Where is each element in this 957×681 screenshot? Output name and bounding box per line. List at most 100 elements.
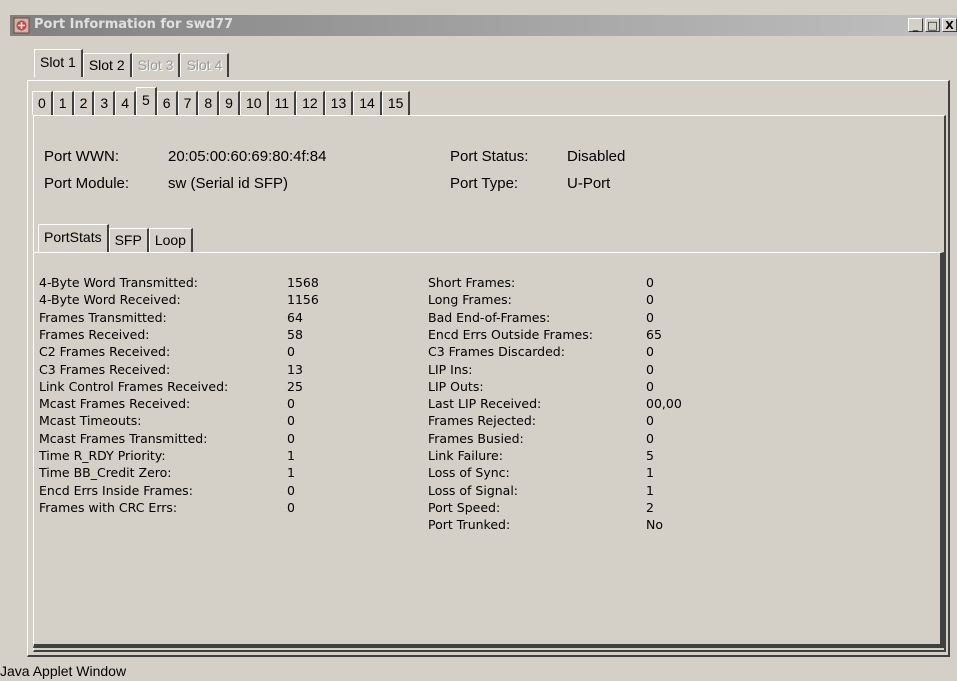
window-title: Port Information for swd77 — [34, 17, 234, 32]
port-tab-4[interactable]: 4 — [115, 91, 136, 115]
port-tab-9[interactable]: 9 — [219, 91, 240, 115]
stat-label: 4-Byte Word Received: — [39, 292, 181, 308]
close-button[interactable]: X — [942, 18, 957, 32]
port-wwn-label: Port WWN: — [44, 148, 119, 165]
stat-label: Frames Transmitted: — [39, 309, 167, 325]
stat-value: 0 — [646, 344, 654, 360]
port-tabs: 0 1 2 3 4 5 6 7 8 9 10 11 12 13 14 15 — [32, 87, 411, 115]
stat-value: 25 — [287, 378, 303, 394]
stat-value: 0 — [646, 413, 654, 429]
port-module-label: Port Module: — [44, 175, 130, 192]
stat-value: 58 — [287, 326, 303, 342]
stat-value: 0 — [287, 499, 295, 515]
port-tab-11[interactable]: 11 — [268, 91, 297, 115]
stat-value: 1 — [287, 448, 295, 463]
stat-value: 0 — [646, 275, 654, 290]
stat-label: LIP Outs: — [428, 378, 484, 394]
port-tab-1[interactable]: 1 — [52, 91, 74, 115]
port-status-value: Disabled — [567, 148, 626, 165]
port-module-value: sw (Serial id SFP) — [168, 175, 289, 192]
stat-value: 0 — [287, 413, 295, 429]
port-tab-6[interactable]: 6 — [156, 91, 178, 115]
stat-value: 1156 — [287, 292, 319, 308]
stat-label: Last LIP Received: — [428, 396, 542, 412]
port-tab-10[interactable]: 10 — [239, 91, 269, 115]
stat-value: 0 — [287, 430, 295, 446]
stats-tab-sfp[interactable]: SFP — [108, 228, 149, 252]
stat-value: 0 — [646, 430, 654, 446]
stat-value: 0 — [287, 482, 295, 498]
stat-label: Loss of Sync: — [428, 465, 510, 481]
stat-value: 0 — [646, 378, 654, 394]
stat-value: 1568 — [287, 275, 319, 290]
port-status-label: Port Status: — [450, 148, 529, 165]
window-controls: _ □ X — [908, 18, 957, 32]
stat-label: Mcast Frames Received: — [39, 396, 191, 412]
port-tab-15[interactable]: 15 — [381, 91, 411, 115]
title-bar[interactable]: Port Information for swd77 _ □ X — [10, 15, 957, 36]
slot-tab-slot-3: Slot 3 — [131, 53, 181, 77]
stat-label: Frames Rejected: — [428, 413, 537, 429]
stat-value: 0 — [646, 361, 654, 377]
stat-label: Bad End-of-Frames: — [428, 309, 551, 325]
stats-tab-portstats[interactable]: PortStats — [38, 224, 109, 252]
stat-label: C3 Frames Received: — [39, 361, 171, 377]
stat-label: LIP Ins: — [428, 361, 473, 377]
stat-label: Link Failure: — [428, 448, 503, 463]
stat-label: 4-Byte Word Transmitted: — [39, 275, 198, 290]
port-tab-7[interactable]: 7 — [177, 91, 199, 115]
minimize-button[interactable]: _ — [908, 18, 923, 32]
port-tab-8[interactable]: 8 — [198, 91, 220, 115]
stat-value: No — [646, 517, 663, 533]
port-wwn-value: 20:05:00:60:69:80:4f:84 — [168, 148, 327, 165]
stat-value: 65 — [646, 326, 662, 342]
slot-tab-slot-2[interactable]: Slot 2 — [82, 53, 132, 77]
stat-value: 1 — [646, 482, 654, 498]
slot-tabs: Slot 1 Slot 2 Slot 3 Slot 4 — [34, 49, 230, 77]
slot-tab-slot-1[interactable]: Slot 1 — [34, 49, 83, 77]
stat-value: 13 — [287, 361, 303, 377]
applet-status: Java Applet Window — [0, 663, 127, 679]
port-tab-3[interactable]: 3 — [94, 91, 116, 115]
stat-label: Time BB_Credit Zero: — [39, 465, 172, 481]
stats-tab-loop[interactable]: Loop — [148, 228, 193, 252]
stat-label: Frames Received: — [39, 326, 150, 342]
stat-value: 64 — [287, 309, 303, 325]
stat-value: 0 — [287, 344, 295, 360]
stat-label: C3 Frames Discarded: — [428, 344, 565, 360]
java-app-icon — [13, 17, 30, 34]
port-tab-12[interactable]: 12 — [296, 91, 325, 115]
stat-value: 1 — [287, 465, 295, 481]
stat-label: Short Frames: — [428, 275, 516, 290]
stat-label: Port Trunked: — [428, 517, 511, 533]
stat-label: Long Frames: — [428, 292, 512, 308]
stat-label: C2 Frames Received: — [39, 344, 171, 360]
port-tab-0[interactable]: 0 — [32, 91, 53, 115]
stat-value: 2 — [646, 499, 654, 515]
port-tab-13[interactable]: 13 — [324, 91, 354, 115]
port-tab-14[interactable]: 14 — [353, 91, 382, 115]
port-tab-5[interactable]: 5 — [135, 87, 157, 115]
stat-label: Loss of Signal: — [428, 482, 519, 498]
stat-value: 1 — [646, 465, 654, 481]
stats-tabs: PortStats SFP Loop — [38, 224, 193, 252]
stat-label: Encd Errs Inside Frames: — [39, 482, 193, 498]
slot-tab-slot-4: Slot 4 — [180, 53, 230, 77]
stat-value: 0 — [287, 396, 295, 412]
stat-label: Frames with CRC Errs: — [39, 499, 178, 515]
stat-label: Encd Errs Outside Frames: — [428, 326, 593, 342]
stat-label: Mcast Timeouts: — [39, 413, 142, 429]
stat-value: 0 — [646, 292, 654, 308]
port-type-value: U-Port — [567, 175, 611, 192]
port-type-label: Port Type: — [450, 175, 519, 192]
stat-value: 5 — [646, 448, 654, 463]
stat-value: 00,00 — [646, 396, 682, 412]
stat-label: Link Control Frames Received: — [39, 378, 229, 394]
stat-value: 0 — [646, 309, 654, 325]
port-tab-2[interactable]: 2 — [73, 91, 95, 115]
maximize-button[interactable]: □ — [925, 18, 940, 32]
stat-label: Frames Busied: — [428, 430, 524, 446]
stat-label: Time R_RDY Priority: — [39, 448, 166, 463]
stat-label: Port Speed: — [428, 499, 501, 515]
stat-label: Mcast Frames Transmitted: — [39, 430, 208, 446]
